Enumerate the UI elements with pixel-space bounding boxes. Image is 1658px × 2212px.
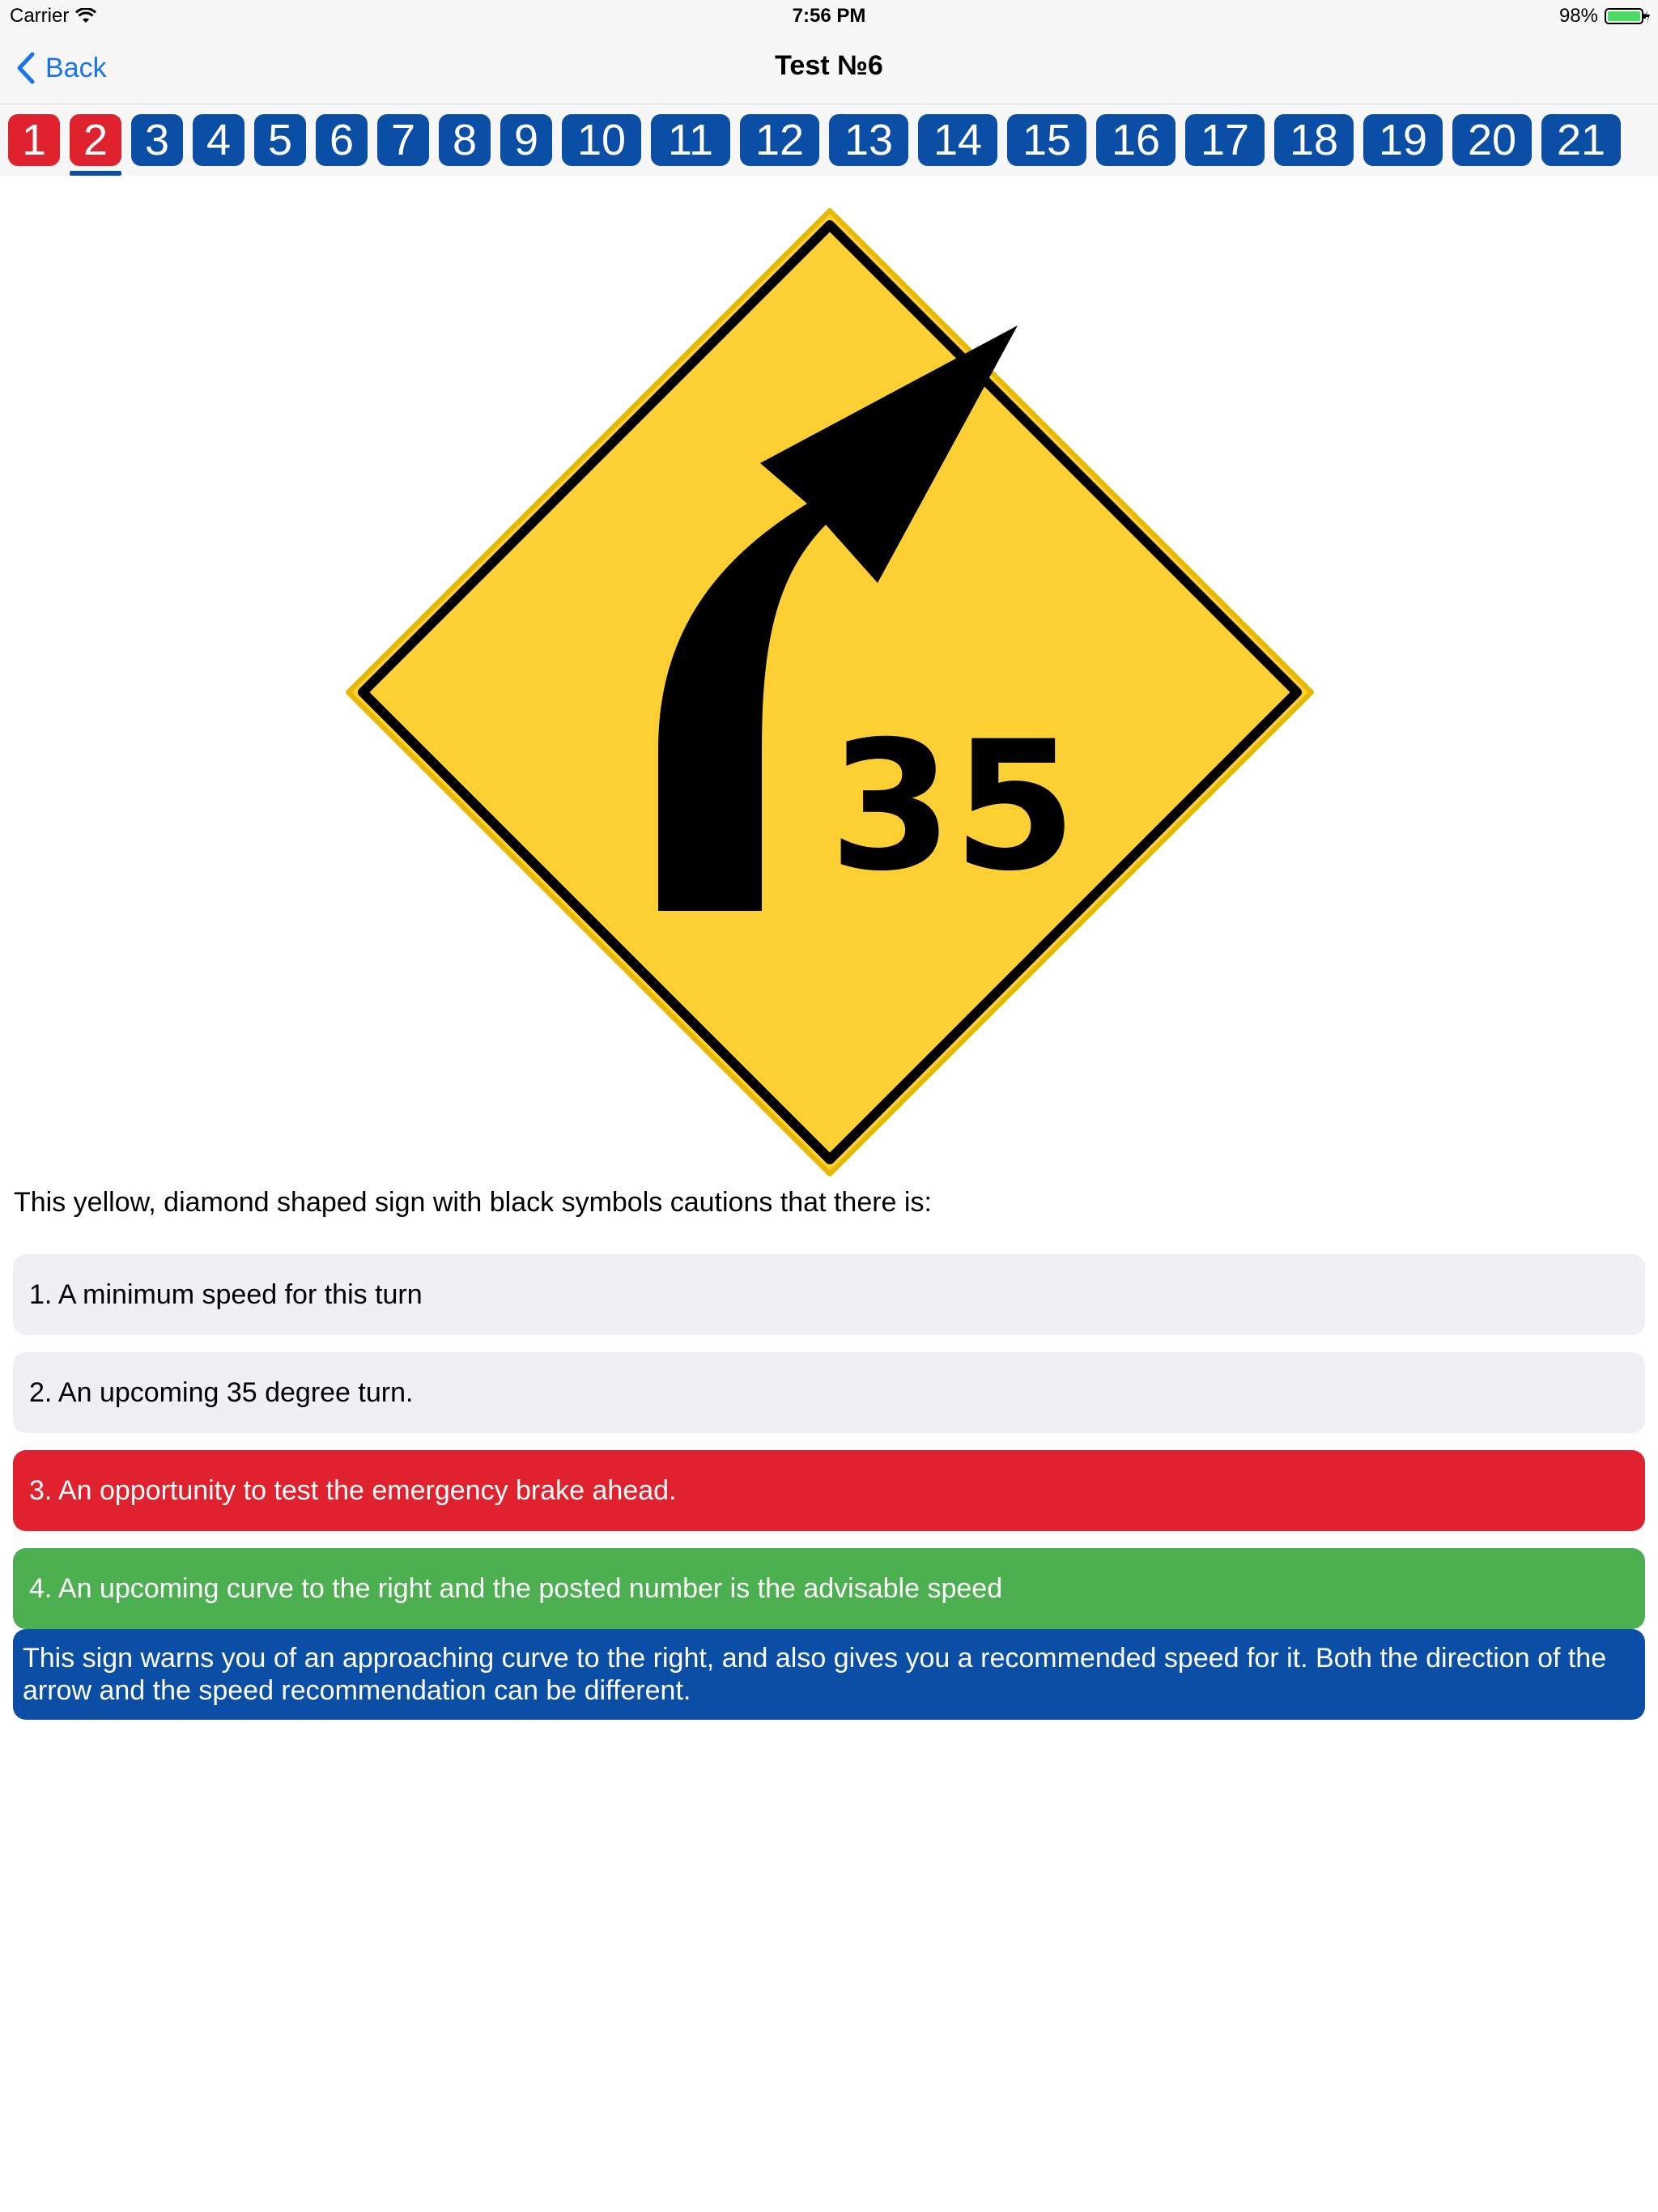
answer-option-1[interactable]: 1. A minimum speed for this turn [13, 1254, 1645, 1335]
page-title: Test №6 [775, 50, 883, 81]
navigation-bar: Back Test №6 [0, 32, 1658, 104]
tab-question-13[interactable]: 13 [829, 114, 908, 166]
explanation-box: This sign warns you of an approaching cu… [13, 1629, 1645, 1720]
status-time: 7:56 PM [792, 5, 866, 27]
tab-question-8[interactable]: 8 [439, 114, 491, 166]
battery-icon [1605, 8, 1650, 24]
answer-option-2[interactable]: 2. An upcoming 35 degree turn. [13, 1352, 1645, 1433]
answer-option-4[interactable]: 4. An upcoming curve to the right and th… [13, 1548, 1645, 1629]
tab-question-4[interactable]: 4 [193, 114, 244, 166]
answer-option-label: 1. A minimum speed for this turn [29, 1278, 423, 1310]
tab-question-1[interactable]: 1 [8, 114, 60, 166]
tab-question-11[interactable]: 11 [651, 114, 730, 166]
tab-question-2[interactable]: 2 [70, 114, 121, 176]
tab-question-18[interactable]: 18 [1274, 114, 1354, 166]
status-bar: Carrier 7:56 PM 98% [0, 0, 1658, 32]
question-tabs: 1 2 3 4 5 6 7 8 9 10 11 12 13 14 15 16 17 18 19 20 21 [0, 104, 1658, 176]
speed-number: 35 [829, 703, 1077, 910]
question-text: This yellow, diamond shaped sign with bl… [14, 1187, 932, 1218]
tab-question-7[interactable]: 7 [377, 114, 429, 166]
battery-info: 98% [1559, 5, 1650, 28]
tab-question-6[interactable]: 6 [316, 114, 368, 166]
tab-question-16[interactable]: 16 [1096, 114, 1175, 166]
tab-question-19[interactable]: 19 [1363, 114, 1443, 166]
tab-question-10[interactable]: 10 [562, 114, 641, 166]
question-tabs-track: 1 2 3 4 5 6 7 8 9 10 11 12 13 14 15 16 17 18 19 20 21 [8, 114, 1630, 176]
tab-question-3[interactable]: 3 [131, 114, 183, 166]
tab-question-5[interactable]: 5 [254, 114, 306, 166]
answer-option-label: 3. An opportunity to test the emergency … [29, 1474, 677, 1506]
sign-image: 35 [340, 202, 1320, 1182]
tab-question-14[interactable]: 14 [918, 114, 997, 166]
tab-question-21[interactable]: 21 [1541, 114, 1621, 166]
sign-diamond [346, 208, 1314, 1176]
answer-option-3[interactable]: 3. An opportunity to test the emergency … [13, 1450, 1645, 1531]
tab-question-9[interactable]: 9 [500, 114, 552, 166]
answer-option-label: 4. An upcoming curve to the right and th… [29, 1572, 1003, 1604]
answer-option-label: 2. An upcoming 35 degree turn. [29, 1376, 414, 1408]
tab-question-17[interactable]: 17 [1185, 114, 1265, 166]
curve-sign-graphic: 35 [346, 208, 1314, 1176]
tab-question-15[interactable]: 15 [1007, 114, 1086, 166]
battery-percent: 98% [1558, 5, 1598, 27]
tab-question-12[interactable]: 12 [740, 114, 819, 166]
tab-question-20[interactable]: 20 [1452, 114, 1532, 166]
